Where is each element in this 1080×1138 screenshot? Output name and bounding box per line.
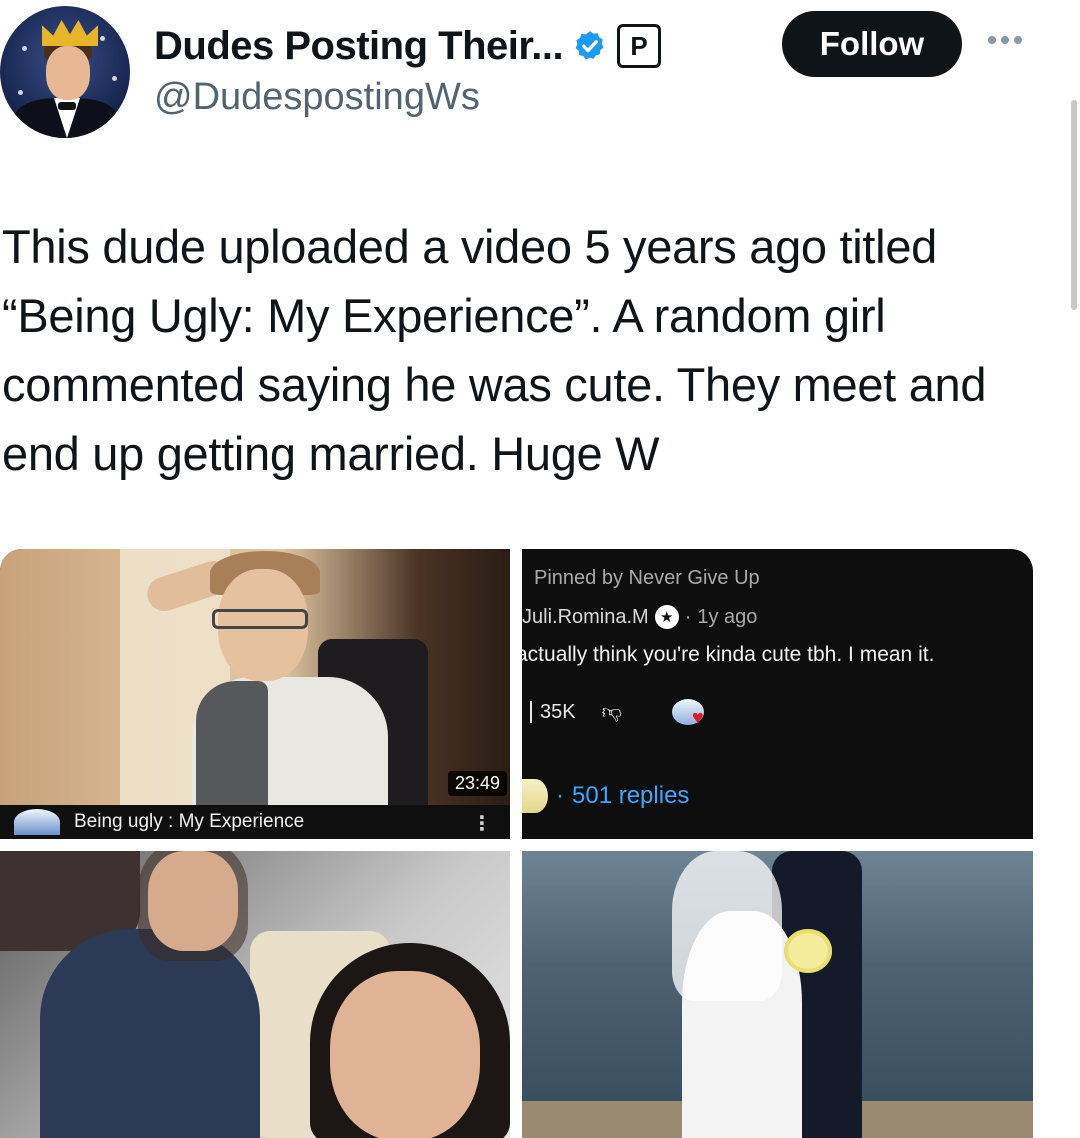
scrollbar[interactable]	[1071, 100, 1077, 310]
replies-count: 501 replies	[572, 782, 690, 809]
display-name[interactable]: Dudes Posting Their...	[154, 24, 564, 69]
more-dot	[988, 36, 996, 44]
selfie-woman-face	[330, 971, 480, 1138]
profile-avatar[interactable]	[0, 6, 130, 138]
like-count: 35K	[540, 700, 576, 723]
account-handle[interactable]: @DudespostingWs	[154, 76, 480, 119]
video-info-bar: Being ugly : My Experience ⋮	[0, 805, 510, 839]
selfie-person-face	[148, 851, 238, 951]
video-duration: 23:49	[448, 771, 508, 796]
avatar-face	[46, 46, 90, 100]
follow-button[interactable]: Follow	[782, 11, 962, 77]
selfie-person-body	[40, 929, 260, 1138]
replies-row: · 501 replies	[522, 779, 689, 813]
comment-author: Juli.Romina.M	[522, 605, 649, 628]
video-menu-icon: ⋮	[472, 813, 492, 835]
media-wedding-photo[interactable]	[522, 851, 1033, 1138]
more-dot	[1001, 36, 1009, 44]
video-title: Being ugly : My Experience	[74, 811, 305, 832]
pinned-label: Pinned by Never Give Up	[534, 567, 760, 589]
comment-actions: 35K 👎︎ ♥	[522, 699, 704, 729]
avatar-sparkle	[22, 46, 27, 51]
affiliate-badge-icon: P	[617, 24, 662, 68]
more-options-icon[interactable]	[988, 36, 1022, 44]
wedding-bouquet	[784, 929, 832, 973]
comment-text: actually think you're kinda cute tbh. I …	[522, 643, 935, 666]
comment-separator: ·	[684, 605, 692, 628]
media-couple-selfie[interactable]	[0, 851, 510, 1138]
comment-age: 1y ago	[697, 605, 758, 628]
channel-avatar	[14, 809, 60, 835]
crown-icon	[42, 20, 98, 46]
creator-heart-avatar: ♥	[671, 699, 704, 729]
more-dot	[1014, 36, 1022, 44]
media-video-screenshot[interactable]: 23:49 Being ugly : My Experience ⋮	[0, 549, 510, 839]
replies-separator: ·	[556, 782, 564, 809]
thumbs-up-icon	[522, 701, 532, 723]
media-grid: 23:49 Being ugly : My Experience ⋮ Pinne…	[0, 549, 1033, 1138]
reply-avatar	[522, 779, 548, 813]
heart-icon: ♥	[691, 707, 704, 729]
video-thumbnail: 23:49	[0, 549, 510, 817]
thumbs-down-icon: 👎︎	[601, 701, 622, 723]
name-row: Dudes Posting Their... P	[154, 20, 662, 72]
thumbnail-sleeve	[196, 681, 268, 805]
avatar-sparkle	[18, 90, 23, 95]
wedding-veil	[672, 851, 782, 1001]
media-comment-screenshot[interactable]: Pinned by Never Give Up Juli.Romina.M ★ …	[522, 549, 1033, 839]
avatar-bowtie	[58, 102, 76, 110]
avatar-sparkle	[100, 36, 105, 41]
tweet-text: This dude uploaded a video 5 years ago t…	[2, 220, 987, 480]
star-badge-icon: ★	[654, 605, 679, 629]
avatar-sparkle	[112, 76, 117, 81]
thumbnail-glasses	[212, 609, 308, 629]
verified-badge-icon	[575, 31, 604, 60]
comment-meta: Juli.Romina.M ★ · 1y ago	[522, 605, 757, 629]
